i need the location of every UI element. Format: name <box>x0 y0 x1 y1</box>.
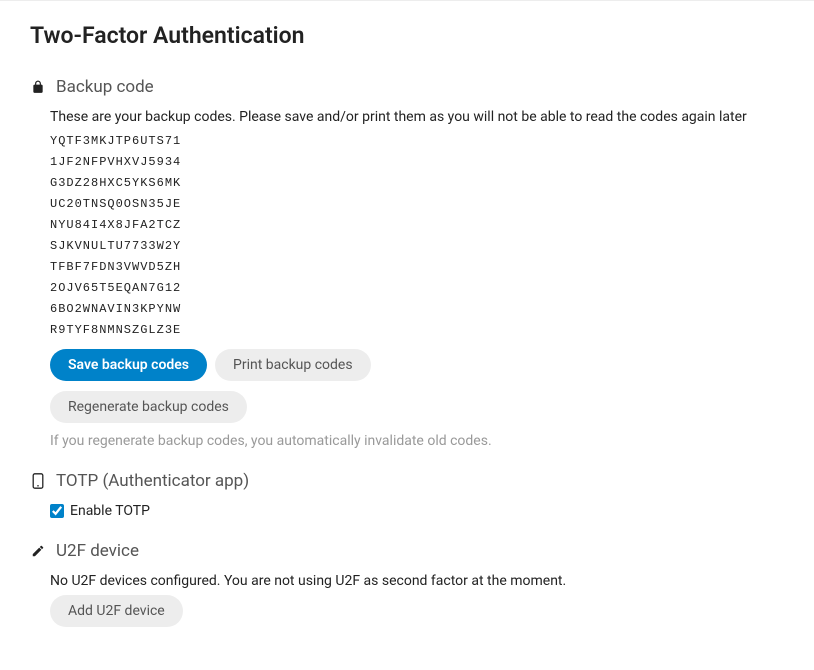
backup-code-item: 2OJV65T5EQAN7G12 <box>50 278 784 299</box>
pencil-icon <box>30 543 46 559</box>
u2f-description: No U2F devices configured. You are not u… <box>50 573 784 589</box>
u2f-title: U2F device <box>56 541 139 561</box>
backup-code-item: NYU84I4X8JFA2TCZ <box>50 215 784 236</box>
backup-code-item: R9TYF8NMNSZGLZ3E <box>50 320 784 341</box>
page-title: Two-Factor Authentication <box>30 22 784 49</box>
save-backup-codes-button[interactable]: Save backup codes <box>50 349 207 381</box>
backup-code-title: Backup code <box>56 77 154 97</box>
lock-icon <box>30 79 46 95</box>
backup-code-item: UC20TNSQ0OSN35JE <box>50 194 784 215</box>
backup-code-item: 1JF2NFPVHXVJ5934 <box>50 152 784 173</box>
backup-code-section: Backup code These are your backup codes.… <box>30 77 784 449</box>
phone-icon <box>30 473 46 489</box>
regenerate-backup-codes-button[interactable]: Regenerate backup codes <box>50 391 247 423</box>
backup-code-item: G3DZ28HXC5YKS6MK <box>50 173 784 194</box>
enable-totp-label: Enable TOTP <box>70 503 150 519</box>
enable-totp-checkbox[interactable] <box>50 504 64 518</box>
backup-code-item: YQTF3MKJTP6UTS71 <box>50 131 784 152</box>
backup-codes-list: YQTF3MKJTP6UTS711JF2NFPVHXVJ5934G3DZ28HX… <box>50 131 784 341</box>
totp-section: TOTP (Authenticator app) Enable TOTP <box>30 471 784 519</box>
backup-code-item: SJKVNULTU7733W2Y <box>50 236 784 257</box>
backup-code-item: TFBF7FDN3VWVD5ZH <box>50 257 784 278</box>
u2f-section: U2F device No U2F devices configured. Yo… <box>30 541 784 627</box>
enable-totp-row[interactable]: Enable TOTP <box>50 503 784 519</box>
add-u2f-device-button[interactable]: Add U2F device <box>50 595 183 627</box>
backup-code-description: These are your backup codes. Please save… <box>50 109 784 125</box>
backup-code-hint: If you regenerate backup codes, you auto… <box>50 433 784 449</box>
totp-title: TOTP (Authenticator app) <box>56 471 249 491</box>
backup-code-item: 6BO2WNAVIN3KPYNW <box>50 299 784 320</box>
print-backup-codes-button[interactable]: Print backup codes <box>215 349 371 381</box>
